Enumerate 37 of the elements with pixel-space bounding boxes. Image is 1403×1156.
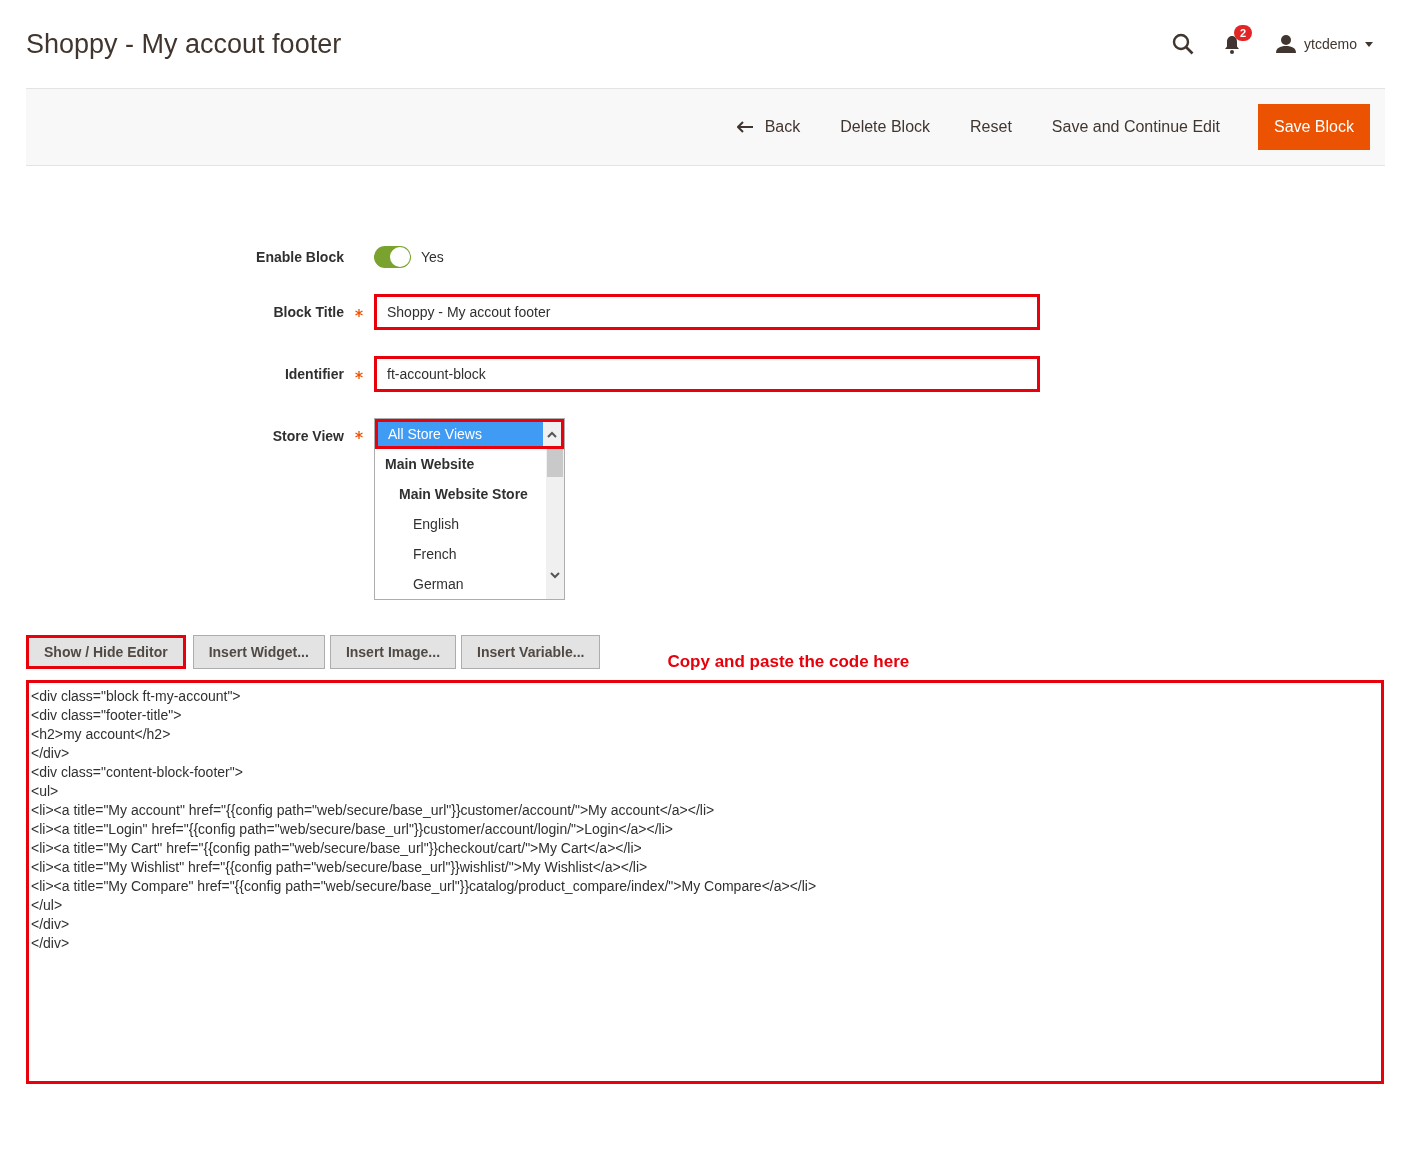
text-field[interactable]: ft-account-block	[374, 356, 1040, 392]
field-label: Store View	[271, 427, 344, 444]
store-view-list[interactable]: All Store Views Main Website Main Website Store English French German	[374, 418, 565, 600]
editor-button[interactable]: Insert Image...	[329, 635, 457, 669]
editor-button[interactable]: Insert Variable...	[461, 635, 601, 669]
save-button[interactable]: Save Block	[1257, 104, 1370, 150]
list-option[interactable]: Main Website	[375, 449, 546, 479]
page-title: Shoppy - My accout footer	[26, 28, 343, 60]
list-option[interactable]: French	[375, 539, 546, 569]
action-button[interactable]: Reset	[954, 104, 1028, 150]
text-field[interactable]: Shoppy - My accout footer	[374, 294, 1040, 330]
back-button[interactable]: Back	[720, 104, 817, 150]
editor-button[interactable]: Insert Widget...	[192, 635, 325, 669]
editor-button[interactable]: Show / Hide Editor	[26, 635, 186, 669]
scrollbar-thumb[interactable]	[547, 449, 563, 477]
caret-icon[interactable]	[1365, 41, 1373, 47]
toggle-value: Yes	[421, 249, 444, 265]
action-button[interactable]: Save and Continue Edit	[1035, 104, 1236, 150]
user-icon[interactable]	[1276, 35, 1297, 53]
user-name[interactable]: ytcdemo	[1304, 36, 1357, 52]
list-option[interactable]: English	[375, 509, 546, 539]
code-editor-field[interactable]: <div class="block ft-my-account"> <div class="footer-title"> <h2>my account</h2> </div> <div class="content-block-footer"> <ul> <li><a title="My account" href="{{config path="web/secure/base_url"}}customer/account/">My account</a></li> <li><a title="Login" href="{{config path="web/secure/base_url"}}customer/account/login/">Login</a></li> <li><a title="My Cart" href="{{config path="web/secure/base_url"}}checkout/cart/">My Cart</a></li> <li><a title="My Wishlist" href="{{config path="web/secure/base_url"}}wishlist/">My Wishlist</a></li> <li><a title="My Compare" href="{{config path="web/secure/base_url"}}catalog/product_compare/index/">My Compare</a></li> </ul> </div> </div>	[26, 680, 1384, 1084]
arrow-left-icon	[736, 121, 753, 133]
field-label: Block Title	[272, 304, 344, 320]
action-button[interactable]: Delete Block	[824, 104, 947, 150]
toggle-switch[interactable]	[374, 246, 411, 268]
bell-icon[interactable]	[1224, 35, 1241, 55]
chevron-down-icon[interactable]	[550, 572, 560, 579]
annotation-text: Copy and paste the code here	[667, 652, 910, 672]
list-option[interactable]: German	[375, 569, 546, 599]
chevron-up-icon[interactable]	[547, 430, 557, 438]
field-label: Identifier	[283, 366, 344, 382]
field-label: Enable Block	[255, 249, 344, 265]
list-option[interactable]: Main Website Store	[375, 479, 546, 509]
search-icon[interactable]	[1172, 33, 1195, 55]
scrollbar[interactable]	[546, 449, 564, 599]
notification-count: 2	[1234, 25, 1253, 41]
